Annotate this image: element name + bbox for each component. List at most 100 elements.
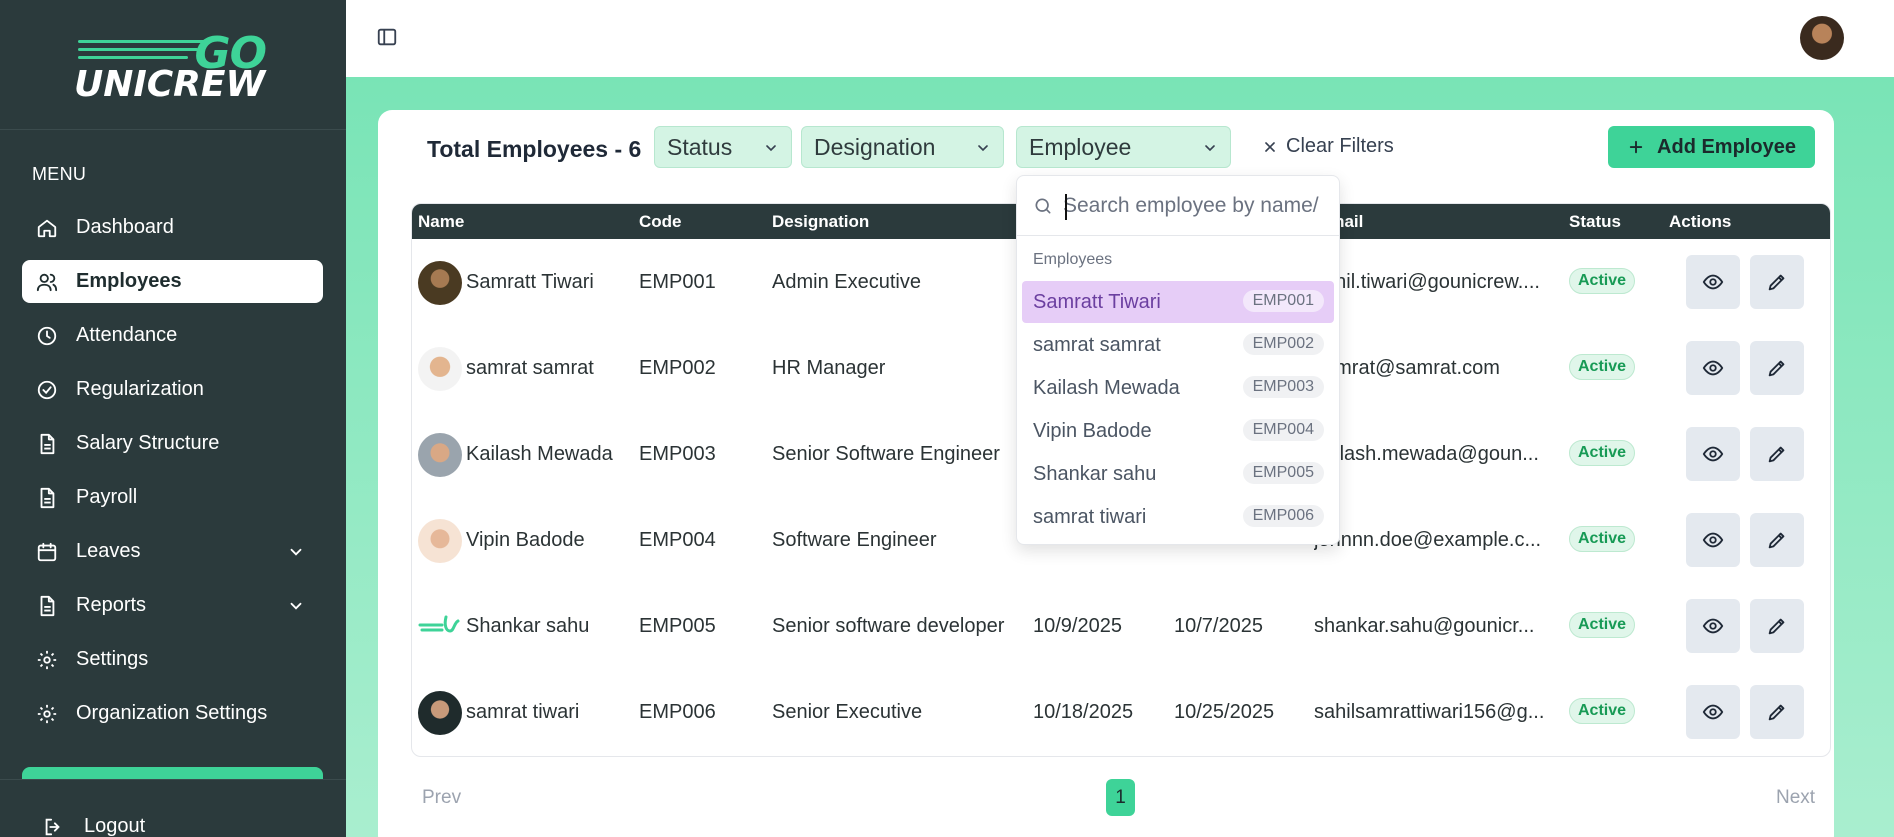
page-number-button[interactable]: 1 <box>1106 779 1135 816</box>
cell-name: Samratt Tiwari <box>466 271 594 293</box>
edit-button[interactable] <box>1750 599 1804 653</box>
sidebar-item-settings[interactable]: Settings <box>22 638 323 681</box>
edit-button[interactable] <box>1750 427 1804 481</box>
edit-button[interactable] <box>1750 513 1804 567</box>
status-badge: Active <box>1569 612 1636 638</box>
sidebar-toggle-icon[interactable] <box>376 26 398 48</box>
employee-filter[interactable]: Employee <box>1016 126 1231 168</box>
sidebar-divider <box>0 129 346 130</box>
prev-page-button[interactable]: Prev <box>422 787 461 809</box>
clear-filters-label: Clear Filters <box>1286 135 1394 157</box>
pencil-icon <box>1768 532 1785 549</box>
eye-icon <box>1702 274 1724 290</box>
view-button[interactable] <box>1686 341 1740 395</box>
sidebar-item-salary-structure[interactable]: Salary Structure <box>22 422 323 465</box>
edit-button[interactable] <box>1750 255 1804 309</box>
status-badge: Active <box>1569 354 1636 380</box>
pencil-icon <box>1768 618 1785 635</box>
sidebar-item-attendance[interactable]: Attendance <box>22 314 323 357</box>
edit-button[interactable] <box>1750 685 1804 739</box>
clear-filters-button[interactable]: Clear Filters <box>1262 135 1394 158</box>
chevron-down-icon <box>1205 145 1215 152</box>
cell-email: sahil.tiwari@gounicrew.... <box>1314 271 1540 293</box>
eye-icon <box>1702 618 1724 634</box>
document-icon <box>40 487 55 508</box>
option-code-badge: EMP004 <box>1242 419 1324 441</box>
view-button[interactable] <box>1686 427 1740 481</box>
status-filter-value: Status <box>667 133 733 160</box>
brand-logo[interactable]: GO UNICREW <box>72 28 272 105</box>
add-employee-button[interactable]: Add Employee <box>1608 126 1815 168</box>
logo-unicrew-text: UNICREW <box>74 64 266 105</box>
status-filter[interactable]: Status <box>654 126 792 168</box>
employee-search-input[interactable] <box>1063 188 1333 224</box>
chevron-down-icon[interactable] <box>287 543 305 561</box>
cell-designation: Senior Executive <box>772 701 923 723</box>
header-actions: Actions <box>1669 212 1732 231</box>
avatar <box>418 347 462 391</box>
designation-filter-value: Designation <box>814 133 936 160</box>
sidebar-item-payroll[interactable]: Payroll <box>22 476 323 519</box>
pencil-icon <box>1768 704 1785 721</box>
edit-button[interactable] <box>1750 341 1804 395</box>
sidebar: GO UNICREW MENU Dashboard Employees Atte… <box>0 0 346 837</box>
sidebar-item-regularization[interactable]: Regularization <box>22 368 323 411</box>
sidebar-item-dashboard[interactable]: Dashboard <box>22 206 323 249</box>
cell-designation: Admin Executive <box>772 271 921 293</box>
designation-filter[interactable]: Designation <box>801 126 1004 168</box>
view-button[interactable] <box>1686 255 1740 309</box>
option-code-badge: EMP001 <box>1242 290 1324 312</box>
employee-option[interactable]: Samratt Tiwari EMP001 <box>1022 281 1334 323</box>
cell-code: EMP001 <box>639 271 716 293</box>
avatar <box>418 433 462 477</box>
view-button[interactable] <box>1686 599 1740 653</box>
option-name: Shankar sahu <box>1033 463 1157 485</box>
employee-option[interactable]: Shankar sahu EMP005 <box>1022 453 1334 495</box>
sidebar-item-organization-settings[interactable]: Organization Settings <box>22 692 323 735</box>
logo-line <box>78 56 188 59</box>
sidebar-item-reports[interactable]: Reports <box>22 584 323 627</box>
status-badge: Active <box>1569 268 1636 294</box>
sidebar-upgrade-banner[interactable] <box>22 767 323 779</box>
header-code: Code <box>639 212 682 231</box>
cell-designation: HR Manager <box>772 357 886 379</box>
status-badge: Active <box>1569 440 1636 466</box>
check-circle-icon <box>37 380 57 399</box>
cell-date-2: 10/7/2025 <box>1174 615 1263 637</box>
logout-button[interactable]: Logout <box>42 815 145 837</box>
sidebar-item-label: Leaves <box>76 540 141 562</box>
sidebar-item-label: Salary Structure <box>76 432 220 454</box>
header-status: Status <box>1569 212 1621 231</box>
avatar <box>418 519 462 563</box>
employee-option[interactable]: samrat samrat EMP002 <box>1022 324 1334 366</box>
option-name: samrat samrat <box>1033 334 1161 356</box>
pencil-icon <box>1768 274 1785 291</box>
table-row[interactable]: Shankar sahu EMP005 Senior software deve… <box>412 584 1830 670</box>
document-icon <box>40 595 55 616</box>
sidebar-nav: Dashboard Employees Attendance Regulariz… <box>22 206 323 746</box>
employee-option[interactable]: samrat tiwari EMP006 <box>1022 496 1334 538</box>
gear-icon <box>37 704 57 723</box>
user-avatar[interactable] <box>1800 16 1844 60</box>
employee-option[interactable]: Vipin Badode EMP004 <box>1022 410 1334 452</box>
sidebar-item-label: Payroll <box>76 486 138 508</box>
employee-option[interactable]: Kailash Mewada EMP003 <box>1022 367 1334 409</box>
sidebar-item-label: Employees <box>76 270 182 292</box>
add-employee-label: Add Employee <box>1657 135 1796 158</box>
cell-code: EMP002 <box>639 357 716 379</box>
sidebar-item-leaves[interactable]: Leaves <box>22 530 323 573</box>
view-button[interactable] <box>1686 685 1740 739</box>
cell-date-1: 10/18/2025 <box>1033 701 1134 723</box>
table-row[interactable]: samrat tiwari EMP006 Senior Executive 10… <box>412 670 1830 756</box>
sidebar-item-label: Reports <box>76 594 147 616</box>
chevron-down-icon <box>766 145 776 152</box>
option-name: Kailash Mewada <box>1033 377 1180 399</box>
sidebar-item-employees[interactable]: Employees <box>22 260 323 303</box>
chevron-down-icon[interactable] <box>287 597 305 615</box>
next-page-button[interactable]: Next <box>1776 787 1815 809</box>
header-designation: Designation <box>772 212 870 231</box>
view-button[interactable] <box>1686 513 1740 567</box>
logo-line <box>78 48 198 51</box>
cell-code: EMP006 <box>639 701 716 723</box>
home-icon <box>37 219 57 237</box>
